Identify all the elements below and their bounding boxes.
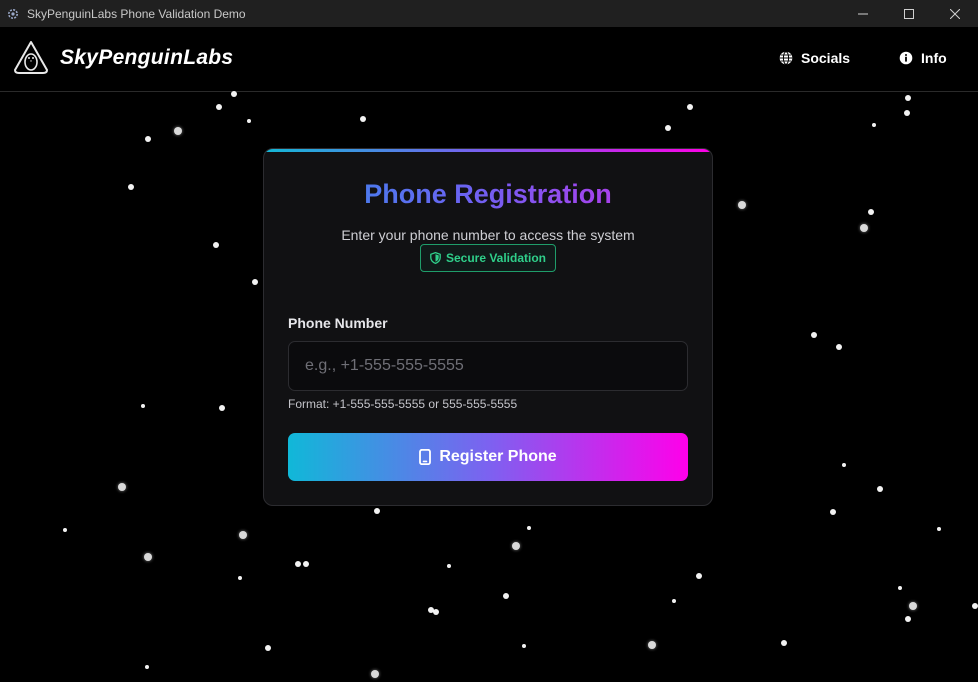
star-dot [696, 573, 702, 579]
star-dot [527, 526, 531, 530]
star-dot [239, 531, 247, 539]
star-dot [447, 564, 451, 568]
star-dot [687, 104, 693, 110]
register-button-label: Register Phone [439, 448, 557, 465]
nav-link-label: Info [921, 50, 947, 66]
phone-number-input[interactable] [288, 341, 688, 391]
star-dot [937, 527, 941, 531]
penguin-logo-icon [13, 40, 49, 76]
globe-icon [779, 51, 793, 65]
star-dot [216, 104, 222, 110]
star-dot [905, 95, 911, 101]
star-dot [836, 344, 842, 350]
star-dot [972, 603, 978, 609]
brand[interactable]: SkyPenguinLabs [13, 40, 233, 76]
star-dot [872, 123, 876, 127]
star-dot [360, 116, 366, 122]
shield-icon [430, 252, 441, 264]
star-dot [830, 509, 836, 515]
star-dot [868, 209, 874, 215]
star-dot [898, 586, 902, 590]
star-dot [512, 542, 520, 550]
star-dot [238, 576, 242, 580]
star-dot [860, 224, 868, 232]
minimize-icon[interactable] [840, 0, 886, 27]
gear-icon [6, 7, 20, 21]
star-dot [213, 242, 219, 248]
maximize-icon[interactable] [886, 0, 932, 27]
star-dot [231, 91, 237, 97]
register-phone-button[interactable]: Register Phone [288, 433, 688, 481]
star-dot [904, 110, 910, 116]
nav-link-socials[interactable]: Socials [779, 50, 850, 66]
brand-name: SkyPenguinLabs [60, 46, 234, 69]
registration-card: Phone Registration Enter your phone numb… [263, 148, 713, 506]
star-dot [433, 609, 439, 615]
star-dot [905, 616, 911, 622]
star-dot [295, 561, 301, 567]
star-dot [219, 405, 225, 411]
card-accent-bar [264, 149, 712, 152]
star-dot [503, 593, 509, 599]
star-dot [672, 599, 676, 603]
star-dot [128, 184, 134, 190]
app-navbar: SkyPenguinLabs Socials Info [0, 27, 978, 92]
badge-label: Secure Validation [445, 251, 547, 265]
star-dot [738, 201, 746, 209]
star-dot [144, 553, 152, 561]
star-dot [781, 640, 787, 646]
star-dot [63, 528, 67, 532]
window-controls [840, 0, 978, 27]
card-subtitle: Enter your phone number to access the sy… [341, 227, 635, 243]
nav-link-info[interactable]: Info [899, 50, 947, 66]
star-dot [174, 127, 182, 135]
card-title: Phone Registration [264, 179, 712, 210]
star-dot [265, 645, 271, 651]
star-dot [909, 602, 917, 610]
star-dot [303, 561, 309, 567]
phone-icon [419, 449, 432, 465]
star-dot [145, 136, 151, 142]
star-dot [811, 332, 817, 338]
star-dot [252, 279, 258, 285]
star-dot [247, 119, 251, 123]
star-dot [648, 641, 656, 649]
star-dot [877, 486, 883, 492]
star-dot [842, 463, 846, 467]
info-icon [899, 51, 913, 65]
star-dot [522, 644, 526, 648]
star-dot [374, 508, 380, 514]
star-dot [371, 670, 379, 678]
nav-link-label: Socials [801, 50, 851, 66]
star-dot [141, 404, 145, 408]
window-title: SkyPenguinLabs Phone Validation Demo [27, 6, 246, 21]
star-dot [665, 125, 671, 131]
phone-number-label: Phone Number [288, 315, 388, 331]
star-dot [145, 665, 149, 669]
format-hint: Format: +1-555-555-5555 or 555-555-5555 [288, 397, 518, 411]
star-dot [118, 483, 126, 491]
close-icon[interactable] [932, 0, 978, 27]
window-titlebar: SkyPenguinLabs Phone Validation Demo [0, 0, 978, 27]
secure-validation-badge: Secure Validation [420, 244, 556, 272]
